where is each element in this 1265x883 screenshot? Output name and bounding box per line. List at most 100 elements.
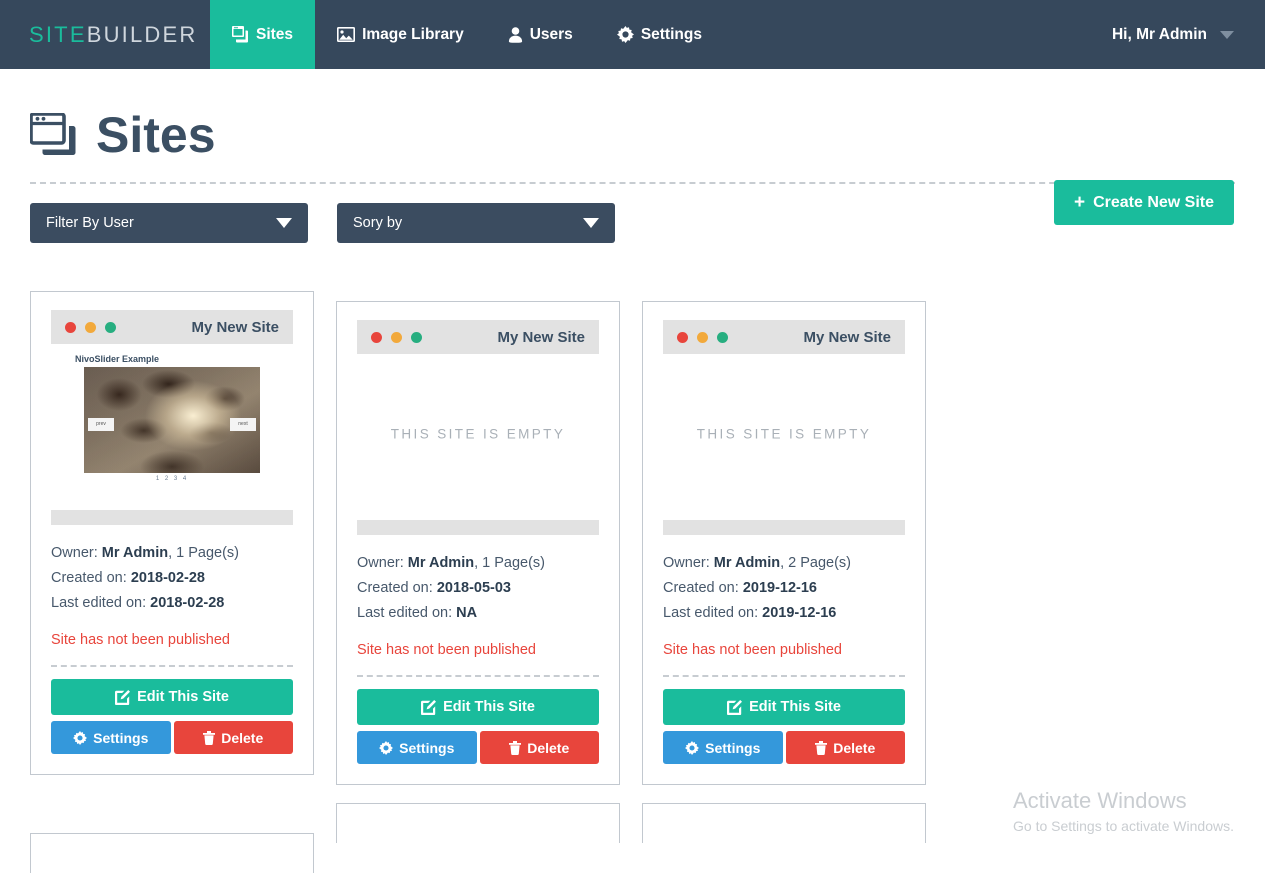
close-dot-icon xyxy=(371,331,382,343)
created-value: 2019-12-16 xyxy=(742,580,817,596)
owner-prefix: Owner: xyxy=(357,555,408,571)
filter-by-user-select[interactable]: Filter By User xyxy=(30,203,308,243)
plus-icon: + xyxy=(1073,192,1086,213)
user-menu[interactable]: Hi, Mr Admin xyxy=(1112,0,1234,69)
created-prefix: Created on: xyxy=(357,580,437,596)
gear-icon xyxy=(379,740,394,755)
sites-card-grid: My New Site NivoSlider Example prev next… xyxy=(0,291,1265,873)
edit-icon xyxy=(727,699,743,715)
site-settings-button[interactable]: Settings xyxy=(51,721,171,754)
slider-prev-button[interactable]: prev xyxy=(88,417,114,431)
create-new-site-button[interactable]: + Create New Site xyxy=(1053,180,1234,225)
site-created-line: Created on: 2018-05-03 xyxy=(357,576,599,601)
nav-item-settings[interactable]: Settings xyxy=(595,0,724,69)
site-owner-line: Owner: Mr Admin, 1 Page(s) xyxy=(357,551,599,576)
edit-site-button[interactable]: Edit This Site xyxy=(357,689,599,725)
site-created-line: Created on: 2018-02-28 xyxy=(51,566,293,591)
site-settings-label: Settings xyxy=(93,729,149,746)
slider-next-button[interactable]: next xyxy=(230,417,256,431)
maximize-dot-icon xyxy=(105,321,116,333)
nav-items: Sites Image Library Users Settings xyxy=(210,0,724,69)
site-settings-label: Settings xyxy=(399,739,455,756)
minimize-dot-icon xyxy=(391,331,402,343)
pages-value: , 2 Page(s) xyxy=(780,555,852,571)
nav-item-sites[interactable]: Sites xyxy=(210,0,316,69)
card-action-row: Settings Delete xyxy=(663,731,905,764)
edited-prefix: Last edited on: xyxy=(51,595,151,611)
site-meta: Owner: Mr Admin, 1 Page(s) Created on: 2… xyxy=(357,535,599,626)
window-dots xyxy=(371,331,422,343)
site-preview-title: My New Site xyxy=(191,318,279,336)
gear-icon xyxy=(73,730,88,745)
edit-site-label: Edit This Site xyxy=(749,699,841,715)
created-prefix: Created on: xyxy=(663,580,743,596)
nav-item-image-library-label: Image Library xyxy=(362,25,464,43)
owner-prefix: Owner: xyxy=(663,555,714,571)
publish-status-text: Site has not been published xyxy=(357,642,536,658)
site-delete-button[interactable]: Delete xyxy=(785,731,905,764)
slider-pagination[interactable]: 1 2 3 4 xyxy=(61,476,283,482)
clone-icon xyxy=(30,113,78,157)
site-preview-footer xyxy=(51,510,293,525)
user-icon xyxy=(508,26,523,43)
empty-site-message: THIS SITE IS EMPTY xyxy=(696,426,872,442)
trash-icon xyxy=(815,740,828,755)
image-icon xyxy=(337,27,356,42)
site-preview-titlebar: My New Site xyxy=(51,310,293,344)
site-owner-line: Owner: Mr Admin, 1 Page(s) xyxy=(51,541,293,566)
top-navbar: SITEBUILDER Sites Image Library Users S xyxy=(0,0,1265,69)
card-divider xyxy=(51,665,293,667)
edited-value: 2018-02-28 xyxy=(150,595,225,611)
nav-item-users-label: Users xyxy=(529,25,573,43)
card-divider xyxy=(357,675,599,677)
site-settings-button[interactable]: Settings xyxy=(357,731,477,764)
sort-by-label: Sory by xyxy=(353,215,403,231)
user-greeting-label: Hi, Mr Admin xyxy=(1111,25,1207,43)
edit-site-button[interactable]: Edit This Site xyxy=(663,689,905,725)
close-dot-icon xyxy=(677,331,688,343)
trash-icon xyxy=(509,740,522,755)
site-preview-body: THIS SITE IS EMPTY xyxy=(357,354,599,514)
edit-site-button[interactable]: Edit This Site xyxy=(51,679,293,715)
maximize-dot-icon xyxy=(411,331,422,343)
site-preview-title: My New Site xyxy=(803,328,891,346)
window-dots xyxy=(65,321,116,333)
site-delete-button[interactable]: Delete xyxy=(479,731,599,764)
site-card xyxy=(336,803,620,843)
site-delete-button[interactable]: Delete xyxy=(173,721,293,754)
edited-prefix: Last edited on: xyxy=(663,605,763,621)
brand-logo[interactable]: SITE BUILDER xyxy=(0,0,210,69)
site-card xyxy=(30,833,314,873)
chevron-down-icon xyxy=(276,218,292,228)
publish-status-text: Site has not been published xyxy=(51,632,230,648)
sort-by-select[interactable]: Sory by xyxy=(337,203,615,243)
site-settings-button[interactable]: Settings xyxy=(663,731,783,764)
brand-logo-second: BUILDER xyxy=(86,21,198,47)
site-delete-label: Delete xyxy=(527,739,570,756)
site-card: My New Site THIS SITE IS EMPTY Owner: Mr… xyxy=(336,301,620,785)
site-preview-body: THIS SITE IS EMPTY xyxy=(663,354,905,514)
edit-site-label: Edit This Site xyxy=(137,689,229,705)
site-preview-footer xyxy=(663,520,905,535)
site-created-line: Created on: 2019-12-16 xyxy=(663,576,905,601)
chevron-down-icon xyxy=(1220,30,1234,39)
close-dot-icon xyxy=(65,321,76,333)
gear-icon xyxy=(616,26,634,43)
site-preview-body: NivoSlider Example prev next 1 2 3 4 xyxy=(51,344,293,504)
page-header: Sites + Create New Site xyxy=(0,69,1265,225)
edit-site-label: Edit This Site xyxy=(443,699,535,715)
create-new-site-label: Create New Site xyxy=(1093,193,1214,211)
site-card xyxy=(642,803,926,843)
site-delete-label: Delete xyxy=(221,729,264,746)
maximize-dot-icon xyxy=(717,331,728,343)
owner-value: Mr Admin xyxy=(713,555,781,571)
site-meta: Owner: Mr Admin, 1 Page(s) Created on: 2… xyxy=(51,525,293,616)
pages-value: , 1 Page(s) xyxy=(474,555,546,571)
site-meta: Owner: Mr Admin, 2 Page(s) Created on: 2… xyxy=(663,535,905,626)
nav-item-image-library[interactable]: Image Library xyxy=(315,0,486,69)
nav-item-users[interactable]: Users xyxy=(486,0,595,69)
owner-prefix: Owner: xyxy=(51,545,102,561)
owner-value: Mr Admin xyxy=(407,555,475,571)
card-divider xyxy=(663,675,905,677)
created-value: 2018-02-28 xyxy=(130,570,205,586)
